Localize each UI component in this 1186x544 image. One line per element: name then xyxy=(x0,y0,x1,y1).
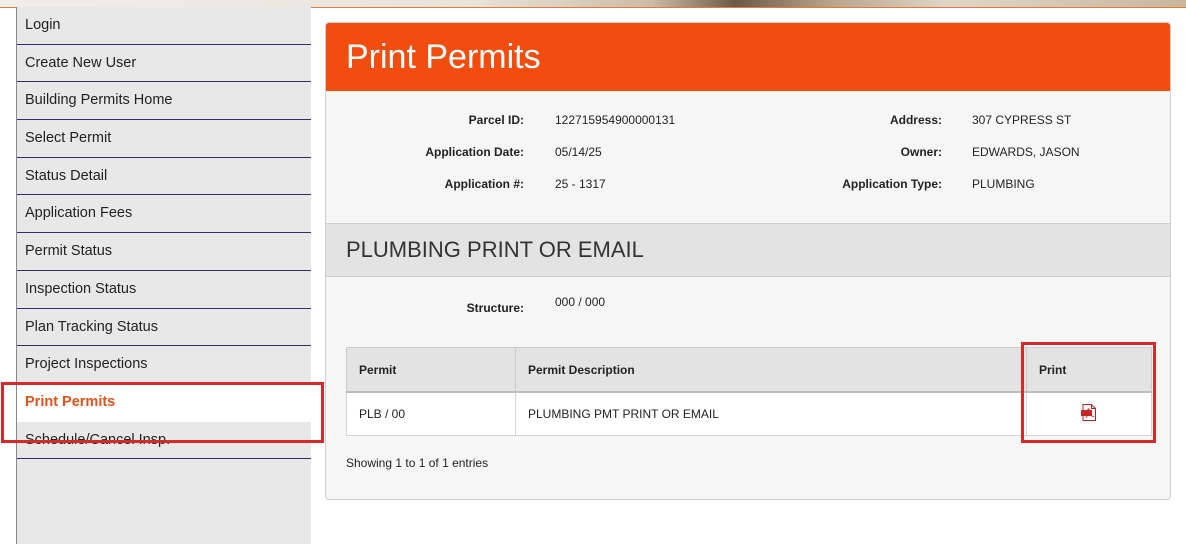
table-row: PLB / 00 PLUMBING PMT PRINT OR EMAIL xyxy=(346,391,1152,436)
owner-value: EDWARDS, JASON xyxy=(972,145,1080,159)
address-label: Address: xyxy=(889,113,942,127)
owner-label: Owner: xyxy=(900,145,942,159)
sidebar-item-building-permits-home[interactable]: Building Permits Home xyxy=(17,82,311,121)
sidebar-item-select-permit[interactable]: Select Permit xyxy=(17,120,311,158)
application-info: Parcel ID: 122715954900000131 Applicatio… xyxy=(326,91,1170,224)
application-date-label: Application Date: xyxy=(425,145,524,159)
sidebar-item-status-detail[interactable]: Status Detail xyxy=(17,157,311,196)
sidebar-nav: Login Create New User Building Permits H… xyxy=(16,7,311,544)
print-permits-panel: Print Permits Parcel ID: 122715954900000… xyxy=(325,22,1171,500)
application-date-value: 05/14/25 xyxy=(555,145,602,159)
column-header-permit-description[interactable]: Permit Description xyxy=(515,347,1027,393)
page-title: Print Permits xyxy=(326,23,1170,91)
parcel-id-value: 122715954900000131 xyxy=(555,113,676,127)
cell-print xyxy=(1026,391,1152,436)
structure-value: 000 / 000 xyxy=(555,295,606,309)
application-type-label: Application Type: xyxy=(842,177,942,191)
structure-row: Structure: 000 / 000 xyxy=(326,277,1170,347)
section-title: PLUMBING PRINT OR EMAIL xyxy=(326,224,1170,277)
sidebar-item-login[interactable]: Login xyxy=(17,7,311,45)
column-header-print[interactable]: Print xyxy=(1026,347,1152,393)
permits-table: Permit Permit Description Print PLB / 00… xyxy=(346,347,1152,436)
application-no-label: Application #: xyxy=(444,177,524,191)
nav-list: Login Create New User Building Permits H… xyxy=(17,7,311,460)
table-info-footer: Showing 1 to 1 of 1 entries xyxy=(346,456,489,470)
application-type-value: PLUMBING xyxy=(972,177,1035,191)
sidebar-item-project-inspections[interactable]: Project Inspections xyxy=(17,346,311,384)
application-no-value: 25 - 1317 xyxy=(555,177,606,191)
cell-permit: PLB / 00 xyxy=(346,391,516,436)
sidebar-item-print-permits[interactable]: Print Permits xyxy=(17,383,311,422)
sidebar-item-plan-tracking-status[interactable]: Plan Tracking Status xyxy=(17,308,311,347)
cell-permit-description: PLUMBING PMT PRINT OR EMAIL xyxy=(515,391,1027,436)
parcel-id-label: Parcel ID: xyxy=(468,113,524,127)
sidebar-item-create-new-user[interactable]: Create New User xyxy=(17,44,311,83)
sidebar-item-application-fees[interactable]: Application Fees xyxy=(17,195,311,234)
structure-label: Structure: xyxy=(466,301,524,315)
pdf-icon[interactable] xyxy=(1081,404,1097,421)
sidebar-item-permit-status[interactable]: Permit Status xyxy=(17,233,311,271)
column-header-permit[interactable]: Permit xyxy=(346,347,516,393)
address-value: 307 CYPRESS ST xyxy=(972,113,1072,127)
table-header-row: Permit Permit Description Print xyxy=(346,347,1152,393)
sidebar-item-schedule-cancel-insp[interactable]: Schedule/Cancel Insp. xyxy=(17,421,311,460)
sidebar-item-inspection-status[interactable]: Inspection Status xyxy=(17,270,311,309)
